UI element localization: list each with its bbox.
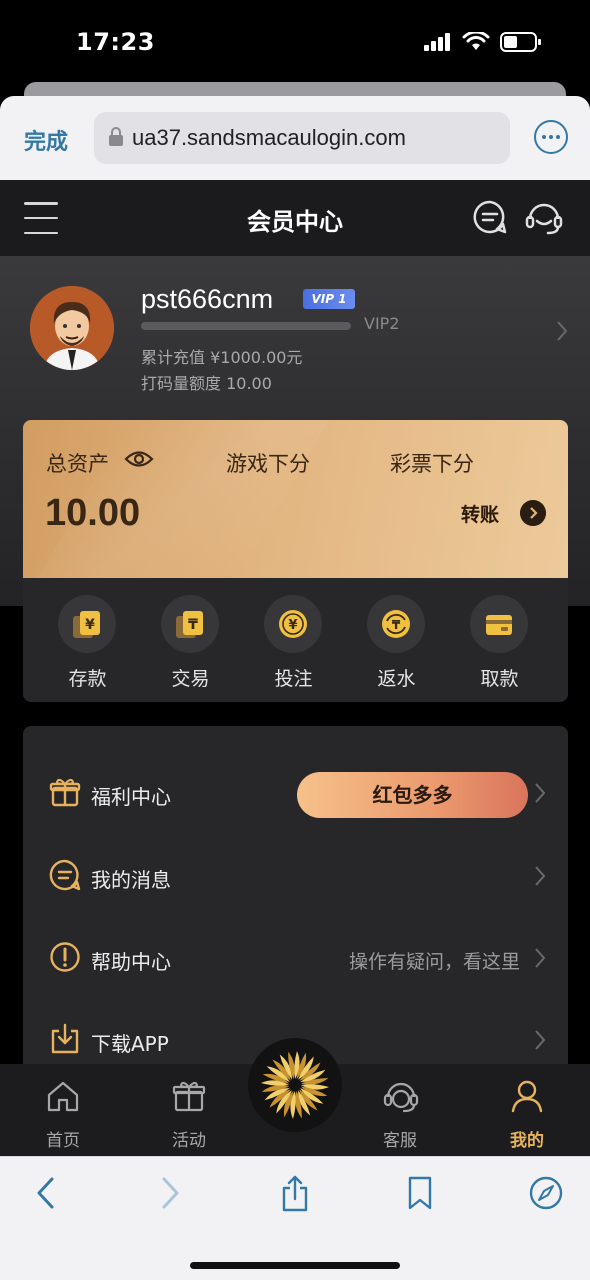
- action-bet[interactable]: ¥ 投注: [242, 578, 345, 702]
- nav-label: 活动: [172, 1131, 206, 1151]
- avatar-illustration: [30, 286, 114, 370]
- user-icon: [511, 1080, 543, 1113]
- chevron-right-icon: [535, 948, 546, 968]
- svg-text:¥: ¥: [85, 617, 95, 633]
- cellular-signal-icon: [424, 33, 450, 51]
- help-icon: [50, 942, 80, 972]
- nav-mine[interactable]: 我的: [482, 1064, 572, 1156]
- download-icon: [51, 1023, 79, 1054]
- action-label: 返水: [377, 668, 416, 690]
- action-deposit[interactable]: ¥ 存款: [36, 578, 139, 702]
- app-header: 会员中心: [0, 180, 590, 256]
- center-logo-button[interactable]: [248, 1038, 342, 1132]
- vip-progress-bar: [141, 322, 351, 330]
- forward-icon[interactable]: [158, 1175, 182, 1211]
- bookmarks-icon[interactable]: [406, 1175, 434, 1211]
- action-withdraw[interactable]: 取款: [448, 578, 551, 702]
- wifi-icon: [462, 32, 490, 50]
- help-hint: 操作有疑问，看这里: [348, 951, 520, 973]
- red-packet-button[interactable]: 红包多多: [297, 772, 528, 818]
- nav-service[interactable]: 客服: [355, 1064, 445, 1156]
- status-time: 17:23: [76, 28, 155, 56]
- menu-list: 福利中心 红包多多 我的消息 帮助中心 操作有疑问，看这里 下载APP: [23, 726, 568, 1066]
- message-icon: [49, 859, 81, 891]
- deposit-icon: ¥: [73, 611, 100, 638]
- dot-icon: [542, 135, 546, 139]
- compass-icon[interactable]: [528, 1175, 564, 1211]
- nav-label: 我的: [510, 1131, 544, 1151]
- dot-icon: [549, 135, 553, 139]
- customer-service-icon: [383, 1082, 419, 1113]
- nav-activity[interactable]: 活动: [144, 1064, 234, 1156]
- menu-label: 帮助中心: [91, 950, 171, 974]
- status-icons: [424, 32, 542, 52]
- browser-bar: 完成 ua37.sandsmacaulogin.com: [0, 96, 590, 180]
- menu-item-messages[interactable]: 我的消息: [23, 835, 568, 917]
- asset-card: 总资产 游戏下分 彩票下分 10.00 转账: [23, 420, 568, 578]
- sun-logo-icon: [261, 1051, 329, 1119]
- total-assets-value: 10.00: [45, 492, 141, 534]
- svg-text:₸: ₸: [188, 617, 198, 633]
- chevron-right-circle-icon[interactable]: [520, 500, 546, 526]
- chat-icon[interactable]: [472, 199, 508, 235]
- bet-icon: ¥: [279, 610, 307, 638]
- battery-icon: [500, 32, 541, 52]
- eye-icon[interactable]: [124, 448, 154, 470]
- gift-icon: [49, 778, 81, 807]
- lock-icon: [109, 127, 123, 146]
- action-rebate[interactable]: ₸ 返水: [345, 578, 448, 702]
- trade-icon: ₸: [176, 611, 203, 638]
- avatar[interactable]: [30, 286, 114, 370]
- back-icon[interactable]: [34, 1175, 58, 1211]
- menu-label: 我的消息: [91, 868, 171, 892]
- transfer-label[interactable]: 转账: [461, 500, 499, 527]
- game-withdraw-label[interactable]: 游戏下分: [226, 448, 310, 478]
- nav-label: 客服: [383, 1131, 417, 1151]
- home-icon: [47, 1081, 79, 1112]
- chevron-right-icon: [535, 866, 546, 886]
- done-button[interactable]: 完成: [24, 124, 68, 156]
- more-options-button[interactable]: [534, 120, 568, 154]
- rebate-icon: ₸: [382, 610, 410, 638]
- nav-home[interactable]: 首页: [18, 1064, 108, 1156]
- username: pst666cnm: [141, 284, 274, 314]
- chevron-right-icon: [535, 783, 546, 803]
- action-label: 存款: [68, 668, 107, 690]
- share-icon[interactable]: [280, 1175, 310, 1213]
- menu-item-help[interactable]: 帮助中心 操作有疑问，看这里: [23, 917, 568, 999]
- quick-actions: ¥ 存款 ₸ 交易 ¥ 投注 ₸ 返水 取款: [23, 578, 568, 702]
- total-assets-label: 总资产: [46, 452, 109, 476]
- svg-text:¥: ¥: [288, 618, 297, 633]
- action-trade[interactable]: ₸ 交易: [139, 578, 242, 702]
- lottery-withdraw-label[interactable]: 彩票下分: [390, 448, 474, 478]
- url-field[interactable]: ua37.sandsmacaulogin.com: [94, 112, 510, 164]
- menu-label: 福利中心: [91, 785, 171, 809]
- menu-item-welfare[interactable]: 福利中心 红包多多: [23, 752, 568, 834]
- status-bar: 17:23: [0, 0, 590, 82]
- chevron-right-icon: [535, 1030, 546, 1050]
- action-label: 取款: [480, 668, 519, 690]
- action-label: 投注: [274, 668, 313, 690]
- menu-label: 下载APP: [91, 1032, 169, 1056]
- vip-badge: VIP 1: [303, 289, 355, 309]
- url-text: ua37.sandsmacaulogin.com: [132, 125, 406, 150]
- svg-text:₸: ₸: [392, 618, 401, 632]
- home-indicator: [190, 1262, 400, 1269]
- betting-quota: 打码量额度 10.00: [141, 374, 272, 393]
- chevron-right-icon[interactable]: [556, 320, 568, 342]
- next-vip-level: VIP2: [364, 314, 400, 333]
- action-label: 交易: [171, 668, 210, 690]
- customer-service-icon[interactable]: [524, 199, 564, 237]
- recharge-total: 累计充值 ¥1000.00元: [141, 348, 303, 367]
- dot-icon: [556, 135, 560, 139]
- nav-label: 首页: [46, 1131, 80, 1151]
- gift-icon: [172, 1081, 206, 1112]
- withdraw-icon: [486, 615, 512, 635]
